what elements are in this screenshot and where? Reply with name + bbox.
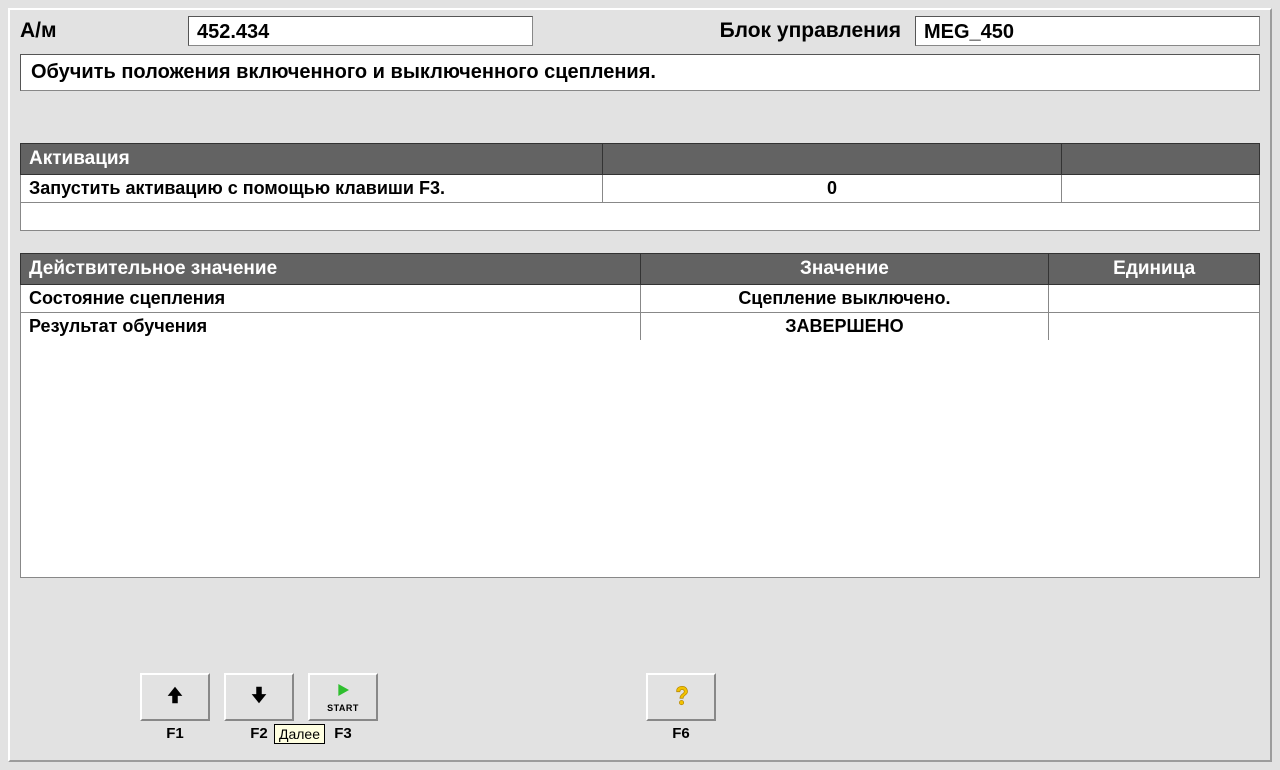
values-header-3: Единица	[1049, 254, 1260, 285]
ecu-label: Блок управления	[720, 19, 901, 43]
activation-header-2	[603, 144, 1061, 175]
ecu-value-field[interactable]: MEG_450	[915, 16, 1260, 46]
values-header-1: Действительное значение	[21, 254, 641, 285]
f6-group: F6	[646, 673, 716, 742]
f1-button[interactable]	[140, 673, 210, 721]
values-table: Действительное значение Значение Единица…	[20, 253, 1260, 341]
activation-table-container: Активация Запустить активацию с помощью …	[20, 143, 1260, 231]
activation-row-label: Запустить активацию с помощью клавиши F3…	[21, 175, 603, 203]
activation-header-1: Активация	[21, 144, 603, 175]
header-row: А/м 452.434 Блок управления MEG_450	[20, 16, 1260, 46]
values-row1-value: ЗАВЕРШЕНО	[640, 313, 1049, 341]
table-row: Состояние сцепления Сцепление выключено.	[21, 285, 1260, 313]
f3-label: F3	[334, 725, 352, 742]
f2-tooltip: Далее	[274, 724, 325, 744]
procedure-title: Обучить положения включенного и выключен…	[20, 54, 1260, 91]
values-header-2: Значение	[640, 254, 1049, 285]
help-icon	[668, 682, 694, 713]
activation-row-value: 0	[603, 175, 1061, 203]
values-row1-unit	[1049, 313, 1260, 341]
table-row: Запустить активацию с помощью клавиши F3…	[21, 175, 1260, 203]
values-empty-area	[20, 340, 1260, 578]
activation-header-3	[1061, 144, 1259, 175]
vehicle-value-field[interactable]: 452.434	[188, 16, 533, 46]
values-table-container: Действительное значение Значение Единица…	[20, 253, 1260, 578]
f1-label: F1	[166, 725, 184, 742]
activation-table: Активация Запустить активацию с помощью …	[20, 143, 1260, 231]
function-key-bar: F1 F2 Далее START F3	[140, 673, 716, 742]
start-text: START	[327, 704, 359, 713]
f2-group: F2 Далее	[224, 673, 294, 742]
activation-row-unit	[1061, 175, 1259, 203]
main-window: А/м 452.434 Блок управления MEG_450 Обуч…	[8, 8, 1272, 762]
table-row: Результат обучения ЗАВЕРШЕНО	[21, 313, 1260, 341]
f2-button[interactable]	[224, 673, 294, 721]
values-row1-label: Результат обучения	[21, 313, 641, 341]
values-row0-label: Состояние сцепления	[21, 285, 641, 313]
arrow-down-icon	[248, 684, 270, 711]
play-icon	[334, 682, 352, 702]
f6-button[interactable]	[646, 673, 716, 721]
f2-label: F2	[250, 725, 268, 742]
arrow-up-icon	[164, 684, 186, 711]
vehicle-label: А/м	[20, 19, 180, 43]
values-row0-unit	[1049, 285, 1260, 313]
f6-label: F6	[672, 725, 690, 742]
f1-group: F1	[140, 673, 210, 742]
f3-button[interactable]: START	[308, 673, 378, 721]
values-row0-value: Сцепление выключено.	[640, 285, 1049, 313]
